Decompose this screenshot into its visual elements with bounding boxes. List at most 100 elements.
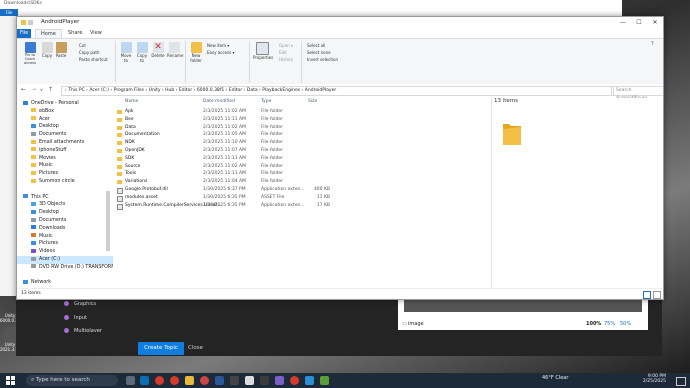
notifications-icon[interactable] [676, 377, 686, 386]
maximize-button[interactable]: ☐ [631, 17, 647, 29]
paste-button[interactable]: Paste [55, 42, 67, 58]
help-icon[interactable]: ? [651, 41, 654, 47]
tab-view[interactable]: View [85, 29, 107, 38]
file-row[interactable]: Source 2/3/2025 11:02 AM File folder [113, 163, 483, 171]
select-all-button[interactable]: Select all [307, 43, 325, 48]
zoom-100[interactable]: 100% [586, 321, 601, 327]
background-file-tab[interactable]: File [0, 9, 18, 16]
history-button[interactable]: History [279, 57, 293, 62]
file-row[interactable]: SDK 2/3/2025 11:11 AM File folder [113, 155, 483, 163]
nav-item[interactable]: Music [17, 233, 119, 241]
menu-item-input[interactable]: Input [74, 315, 87, 321]
column-type[interactable]: Type [261, 98, 271, 106]
nav-item[interactable]: Downloads [17, 225, 119, 233]
recent-chevron-icon[interactable]: ∨ [40, 87, 43, 92]
tab-home[interactable]: Home [35, 29, 62, 38]
file-row[interactable]: Bee 2/3/2025 11:11 AM File folder [113, 116, 483, 124]
app-icon[interactable] [260, 376, 269, 385]
nav-item[interactable]: Pictures [17, 240, 119, 248]
column-name[interactable]: Name [125, 98, 138, 106]
address-bar[interactable]: › This PC › Acer (C:) › Program Files › … [61, 86, 614, 96]
nav-item[interactable]: 3D Objects [17, 201, 119, 209]
nav-item[interactable]: Desktop [17, 123, 119, 131]
nav-item[interactable]: Videos [17, 248, 119, 256]
task-view-icon[interactable] [126, 376, 135, 385]
file-row[interactable]: System.Runtime.CompilerServices.Unsaf...… [113, 202, 483, 210]
select-none-button[interactable]: Select none [307, 50, 331, 55]
up-arrow-icon[interactable]: ↑ [48, 86, 53, 93]
zoom-50[interactable]: 50% [620, 321, 631, 327]
file-row[interactable]: Google.Protobuf.dll 1/30/2025 6:37 PM Appl… [113, 186, 483, 194]
app-icon[interactable] [320, 376, 329, 385]
app-icon[interactable] [200, 376, 209, 385]
steam-icon[interactable] [230, 376, 239, 385]
quick-access-icon[interactable] [28, 20, 33, 25]
nav-item[interactable]: DVD RW Drive (D:) TRANSFORMER [17, 264, 122, 272]
file-row[interactable]: Tools 2/3/2025 11:11 AM File folder [113, 170, 483, 178]
nav-item[interactable]: Summon circle [17, 178, 119, 186]
nav-item[interactable]: Email attachments [17, 139, 119, 147]
app-icon[interactable] [305, 376, 314, 385]
paste-shortcut-button[interactable]: Paste shortcut [79, 57, 108, 62]
move-to-button[interactable]: Move to [119, 42, 133, 63]
file-row[interactable]: NDK 2/3/2025 11:10 AM File folder [113, 139, 483, 147]
close-window-button[interactable]: ✕ [647, 17, 663, 29]
back-arrow-icon[interactable]: ← [21, 86, 26, 93]
chrome-icon[interactable] [155, 376, 164, 385]
nav-item[interactable]: OneDrive - Personal [17, 100, 111, 108]
nav-item[interactable]: Documents [17, 217, 119, 225]
chrome-icon[interactable] [290, 376, 299, 385]
nav-item[interactable]: iphoneStuff [17, 147, 119, 155]
file-row[interactable]: modules.asset 1/30/2025 6:35 PM ASSET File… [113, 194, 483, 202]
properties-button[interactable]: Properties [253, 42, 273, 60]
minimize-button[interactable]: — [615, 17, 631, 29]
tab-file[interactable]: File [17, 29, 31, 38]
zoom-75[interactable]: 75% [604, 321, 615, 327]
column-size[interactable]: Size [308, 98, 317, 106]
clock[interactable]: 9:00 PM 2/25/2025 [630, 374, 666, 384]
nav-item[interactable]: Desktop [17, 209, 119, 217]
nav-item[interactable]: Movies [17, 155, 119, 163]
rename-button[interactable]: Rename [167, 42, 183, 58]
file-row[interactable]: Documentation 2/3/2025 11:05 AM File folde… [113, 131, 483, 139]
edge-icon[interactable] [140, 376, 149, 385]
nav-scrollbar[interactable] [106, 191, 110, 251]
search-input[interactable]: Search AndroidPlayer [611, 86, 663, 101]
file-row[interactable]: Apk 2/3/2025 11:02 AM File folder [113, 108, 483, 116]
copy-button[interactable]: Copy [41, 42, 53, 58]
column-date[interactable]: Date modified [203, 98, 235, 106]
delete-button[interactable]: ✕ Delete [151, 42, 165, 58]
system-tray[interactable]: 46°F Clear [542, 375, 568, 381]
forward-arrow-icon[interactable]: → [31, 86, 36, 93]
new-item-button[interactable]: New item ▾ [207, 43, 229, 48]
nav-item[interactable]: Network [17, 279, 111, 287]
file-row[interactable]: Data 2/3/2025 11:02 AM File folder [113, 124, 483, 132]
invert-selection-button[interactable]: Invert selection [307, 57, 338, 62]
nav-item[interactable]: Music [17, 162, 119, 170]
new-folder-button[interactable]: New folder [189, 42, 203, 63]
nav-item[interactable]: ebBox [17, 108, 119, 116]
background-explorer-window[interactable]: Downloads\SDKs File [0, 0, 622, 17]
nav-item[interactable]: This PC [17, 194, 111, 202]
file-row[interactable]: Variations 2/3/2025 11:04 AM File folder [113, 178, 483, 186]
taskbar-search[interactable]: ⌕ Type here to search [26, 375, 118, 386]
visual-studio-icon[interactable] [275, 376, 284, 385]
details-view-icon[interactable] [643, 291, 651, 299]
close-button[interactable]: Close [188, 342, 203, 355]
app-icon[interactable] [215, 376, 224, 385]
chrome-icon[interactable] [170, 376, 179, 385]
open-button[interactable]: Open ▾ [279, 43, 293, 48]
nav-item[interactable]: Pictures [17, 170, 119, 178]
nav-item[interactable]: Acer [17, 116, 119, 124]
create-topic-button[interactable]: Create Topic [138, 342, 184, 355]
file-explorer-icon[interactable] [185, 376, 194, 385]
large-icons-view-icon[interactable] [653, 291, 661, 299]
cut-button[interactable]: Cut [79, 43, 86, 48]
nav-item[interactable]: Documents [17, 131, 119, 139]
menu-item-graphics[interactable]: Graphics [74, 301, 96, 307]
title-bar[interactable]: AndroidPlayer — ☐ ✕ [17, 17, 663, 29]
tab-share[interactable]: Share [63, 29, 87, 38]
file-row[interactable]: OpenJDK 2/3/2025 11:07 AM File folder [113, 147, 483, 155]
easy-access-button[interactable]: Easy access ▾ [207, 50, 234, 55]
menu-item-multiplayer[interactable]: Multiplayer [74, 328, 102, 332]
